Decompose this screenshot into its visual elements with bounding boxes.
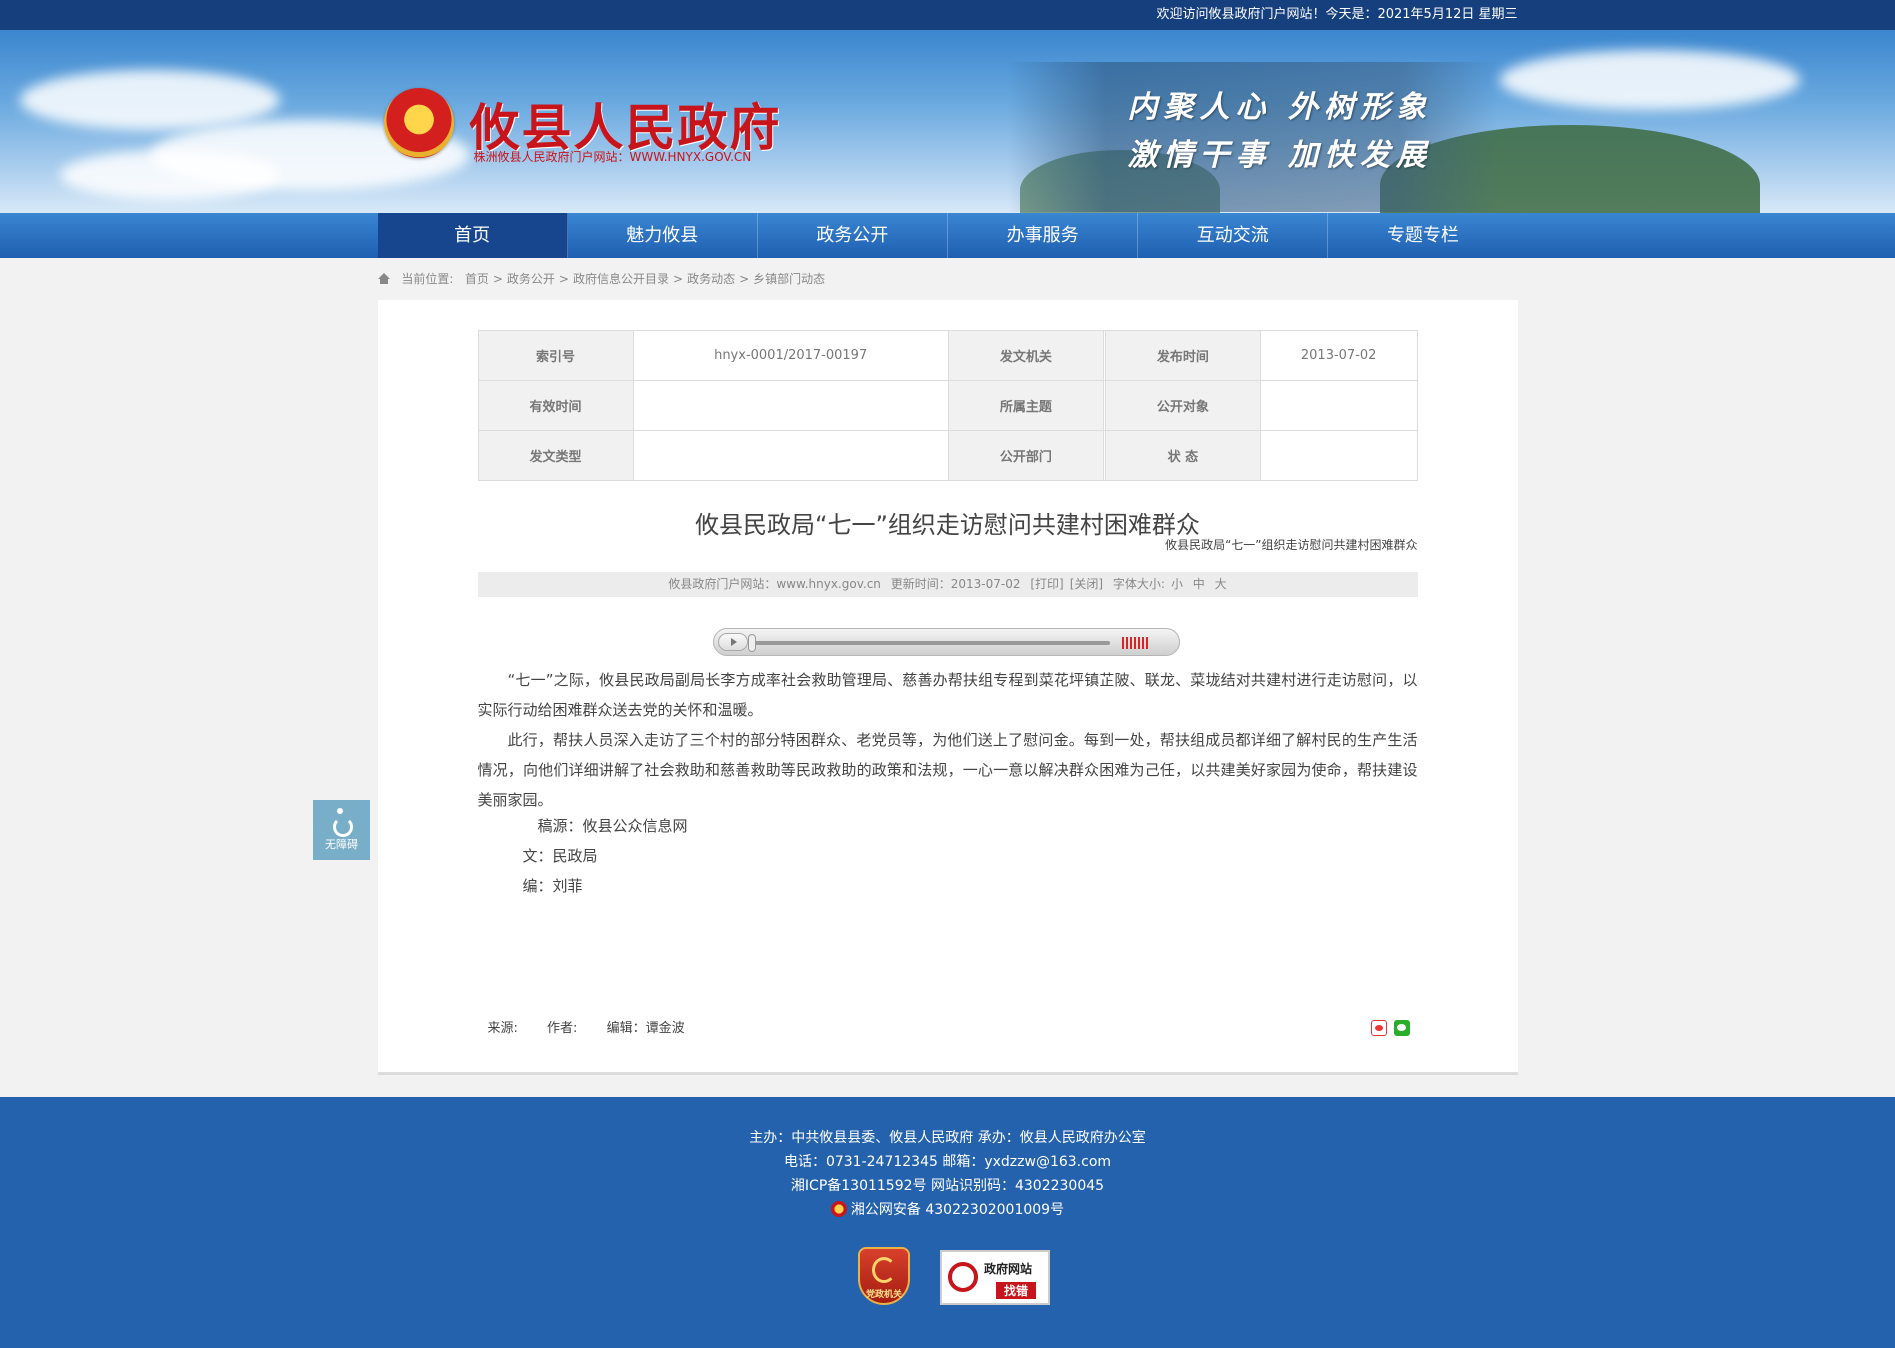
breadcrumb-home[interactable]: 首页 [465, 272, 489, 286]
breadcrumb-dept-news[interactable]: 乡镇部门动态 [753, 272, 825, 286]
source-label: 来源: [487, 1021, 518, 1036]
nav-gov-affairs[interactable]: 政务公开 [758, 213, 949, 258]
meta-value [1259, 380, 1418, 431]
credit-source: 稿源：攸县公众信息网 [537, 817, 688, 835]
meta-value [632, 380, 949, 431]
play-button[interactable] [717, 633, 748, 651]
report-error-title: 政府网站 [984, 1262, 1033, 1276]
party-gov-label: 党政机关 [865, 1290, 902, 1300]
wechat-share-icon[interactable] [1393, 1020, 1410, 1036]
main-nav: 首页 魅力攸县 政务公开 办事服务 互动交流 专题专栏 [0, 213, 1895, 258]
meta-key: 索引号 [477, 330, 634, 381]
header-banner: 攸县人民政府 株洲攸县人民政府门户网站：WWW.HNYX.GOV.CN 内聚人心… [0, 30, 1895, 213]
footer-sponsor: 主办：中共攸县县委、攸县人民政府 承办：攸县人民政府办公室 [749, 1130, 1146, 1146]
meta-value: 2013-07-02 [1259, 330, 1418, 381]
meta-key: 所属主题 [947, 380, 1104, 431]
breadcrumb: 当前位置: 首页 > 政务公开 > 政府信息公开目录 > 政务动态 > 乡镇部门动态 [377, 258, 1518, 300]
nav-charm[interactable]: 魅力攸县 [568, 213, 758, 258]
article-panel: 索引号 hnyx-0001/2017-00197 发文机关 发布时间 2013-… [377, 300, 1518, 1075]
wheelchair-icon [331, 808, 353, 837]
meta-value: hnyx-0001/2017-00197 [632, 330, 949, 381]
nav-topics[interactable]: 专题专栏 [1328, 213, 1517, 258]
font-medium-link[interactable]: 中 [1193, 577, 1205, 591]
meta-key: 公开对象 [1104, 380, 1261, 431]
credit-text: 文：民政局 [522, 847, 598, 865]
font-size-label: 字体大小: [1112, 577, 1165, 591]
info-updated: 更新时间：2013-07-02 [890, 577, 1021, 591]
welcome-text: 欢迎访问攸县政府门户网站！今天是：2021年5月12日 星期三 [1156, 7, 1518, 22]
meta-value [1259, 430, 1418, 481]
progress-track[interactable] [749, 641, 1110, 645]
footer-contact: 电话：0731-24712345 邮箱：yxdzzw@163.com [783, 1154, 1112, 1170]
nav-services[interactable]: 办事服务 [948, 213, 1139, 258]
accessibility-button[interactable]: 无障碍 [313, 800, 370, 860]
table-row: 索引号 hnyx-0001/2017-00197 发文机关 发布时间 2013-… [477, 330, 1418, 381]
credit-editor: 编：刘菲 [522, 877, 583, 895]
national-emblem-icon [383, 88, 454, 158]
meta-key: 发布时间 [1104, 330, 1261, 381]
footer-police-record: 湘公网安备 43022302001009号 [0, 1198, 1895, 1222]
meta-value [632, 430, 949, 481]
top-bar: 欢迎访问攸县政府门户网站！今天是：2021年5月12日 星期三 [0, 0, 1895, 30]
audio-player [712, 628, 1180, 656]
meta-key: 状 态 [1104, 430, 1261, 481]
meta-key: 发文类型 [477, 430, 634, 481]
slogan-line-2: 激情干事 加快发展 [1127, 138, 1432, 173]
nav-interaction[interactable]: 互动交流 [1138, 213, 1329, 258]
volume-icon[interactable] [1121, 637, 1148, 649]
author-label: 作者: [547, 1021, 578, 1036]
breadcrumb-gov-affairs[interactable]: 政务公开 [507, 272, 555, 286]
article-footer-meta: 来源: 作者: 编辑：谭金波 [488, 1017, 710, 1036]
breadcrumb-separator: > [673, 272, 684, 286]
report-error-badge[interactable]: 政府网站 找错 [940, 1250, 1050, 1305]
party-gov-badge[interactable]: 党政机关 [858, 1247, 910, 1305]
nav-home[interactable]: 首页 [377, 213, 568, 258]
breadcrumb-catalog[interactable]: 政府信息公开目录 [573, 272, 669, 286]
slogan-line-1: 内聚人心 外树形象 [1127, 90, 1432, 125]
font-large-link[interactable]: 大 [1215, 577, 1227, 591]
footer-police-text: 湘公网安备 43022302001009号 [850, 1202, 1065, 1218]
breadcrumb-separator: > [739, 272, 750, 286]
paragraph: “七一”之际，攸县民政局副局长李方成率社会救助管理局、慈善办帮扶组专程到菜花坪镇… [477, 671, 1418, 719]
print-link[interactable]: [打印] [1030, 577, 1063, 591]
editor-label: 编辑：谭金波 [606, 1021, 685, 1036]
article-info-bar: 攸县政府门户网站：www.hnyx.gov.cn 更新时间：2013-07-02… [477, 572, 1418, 597]
breadcrumb-prefix: 当前位置: [401, 272, 454, 286]
table-row: 有效时间 所属主题 公开对象 [477, 380, 1418, 431]
breadcrumb-separator: > [558, 272, 569, 286]
article-title: 攸县民政局“七一”组织走访慰问共建村困难群众 [695, 511, 1200, 539]
font-small-link[interactable]: 小 [1171, 577, 1183, 591]
accessibility-label: 无障碍 [325, 838, 358, 851]
paragraph: 此行，帮扶人员深入走访了三个村的部分特困群众、老党员等，为他们送上了慰问金。每到… [477, 731, 1418, 809]
meta-key: 有效时间 [477, 380, 634, 431]
site-footer: 主办：中共攸县县委、攸县人民政府 承办：攸县人民政府办公室 电话：0731-24… [0, 1097, 1895, 1348]
home-icon [377, 273, 390, 284]
site-subtitle: 株洲攸县人民政府门户网站：WWW.HNYX.GOV.CN [473, 150, 752, 164]
info-site: 攸县政府门户网站：www.hnyx.gov.cn [668, 577, 881, 591]
party-gov-emblem-icon [872, 1257, 896, 1283]
meta-key: 发文机关 [947, 330, 1104, 381]
close-link[interactable]: [关闭] [1070, 577, 1103, 591]
table-row: 发文类型 公开部门 状 态 [477, 430, 1418, 481]
police-badge-icon [830, 1201, 847, 1217]
article-subtitle: 攸县民政局“七一”组织走访慰问共建村困难群众 [1165, 538, 1418, 552]
article-body: “七一”之际，攸县民政局副局长李方成率社会救助管理局、慈善办帮扶组专程到菜花坪镇… [478, 665, 1418, 815]
report-error-action: 找错 [996, 1282, 1037, 1299]
footer-icp: 湘ICP备13011592号 网站识别码：4302230045 [790, 1178, 1105, 1194]
meta-key: 公开部门 [947, 430, 1104, 481]
info-meta-table: 索引号 hnyx-0001/2017-00197 发文机关 发布时间 2013-… [477, 330, 1418, 481]
breadcrumb-separator: > [492, 272, 503, 286]
weibo-share-icon[interactable] [1370, 1020, 1387, 1036]
magnifier-icon [948, 1262, 978, 1292]
breadcrumb-news[interactable]: 政务动态 [687, 272, 735, 286]
progress-handle[interactable] [747, 634, 756, 652]
